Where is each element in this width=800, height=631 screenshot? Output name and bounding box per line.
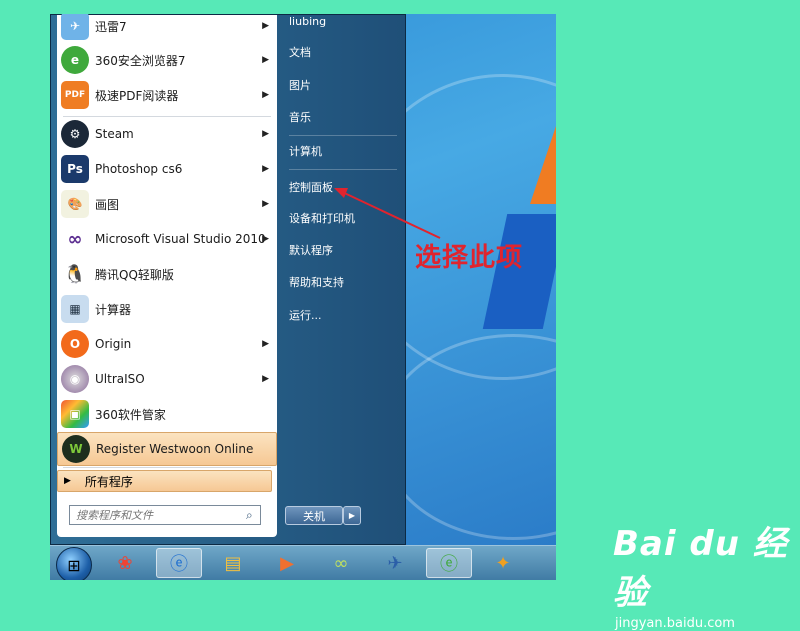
chevron-right-icon: ▶ bbox=[262, 234, 269, 244]
explorer-icon[interactable]: ▤ bbox=[210, 548, 256, 578]
divider bbox=[289, 169, 397, 170]
pdf-reader-icon: PDF bbox=[61, 81, 89, 109]
chevron-right-icon: ▶ bbox=[262, 374, 269, 384]
screenshot: ✈ 迅雷7 ▶ e 360安全浏览器7 ▶ PDF 极速PDF阅读器 ▶ ⚙ S… bbox=[50, 14, 556, 580]
taskbar: ⊞ ❀ ⓔ ▤ ▶ ∞ ✈ ⓔ ✦ bbox=[50, 545, 556, 580]
right-item-devices-printers[interactable]: 设备和打印机 bbox=[285, 206, 401, 230]
menu-item-paint[interactable]: 🎨 画图 ▶ bbox=[57, 187, 277, 221]
xunlei-icon: ✈ bbox=[61, 14, 89, 40]
right-item-control-panel[interactable]: 控制面板 bbox=[285, 175, 401, 199]
360-icon[interactable]: ❀ bbox=[102, 548, 148, 578]
right-item-documents[interactable]: 文档 bbox=[285, 40, 401, 64]
ie-icon[interactable]: ⓔ bbox=[156, 548, 202, 578]
shutdown-options-arrow-icon[interactable]: ▶ bbox=[343, 506, 361, 525]
shutdown-button[interactable]: 关机 bbox=[285, 506, 343, 525]
watermark-brand: Bai du 经验 bbox=[613, 524, 788, 613]
menu-item-xunlei[interactable]: ✈ 迅雷7 ▶ bbox=[57, 14, 277, 43]
menu-item-visual-studio[interactable]: ∞ Microsoft Visual Studio 2010 ▶ bbox=[57, 222, 277, 256]
right-item-help-support[interactable]: 帮助和支持 bbox=[285, 270, 401, 294]
chevron-right-icon: ▶ bbox=[262, 21, 269, 31]
menu-item-ultraiso[interactable]: ◉ UltraISO ▶ bbox=[57, 362, 277, 396]
chevron-right-icon: ▶ bbox=[262, 199, 269, 209]
chevron-right-icon: ▶ bbox=[262, 339, 269, 349]
menu-item-origin[interactable]: O Origin ▶ bbox=[57, 327, 277, 361]
network-icon[interactable]: ∞ bbox=[318, 548, 364, 578]
menu-item-360-browser[interactable]: e 360安全浏览器7 ▶ bbox=[57, 43, 277, 77]
watermark-url: jingyan.baidu.com bbox=[615, 616, 735, 631]
right-item-run[interactable]: 运行... bbox=[285, 303, 401, 327]
chevron-right-icon: ▶ bbox=[262, 164, 269, 174]
search-input[interactable] bbox=[74, 507, 246, 523]
menu-item-steam[interactable]: ⚙ Steam ▶ bbox=[57, 117, 277, 151]
baidu-watermark: Bai du 经验 jingyan.baidu.com bbox=[613, 516, 800, 631]
windows-logo-orange bbox=[530, 114, 556, 204]
places-pane: liubing 文档 图片 音乐 计算机 控制面板 设备和打印机 默认程序 帮助… bbox=[281, 15, 405, 546]
search-icon[interactable]: ⌕ bbox=[246, 508, 253, 523]
menu-item-pdf-reader[interactable]: PDF 极速PDF阅读器 ▶ bbox=[57, 78, 277, 112]
start-menu: ✈ 迅雷7 ▶ e 360安全浏览器7 ▶ PDF 极速PDF阅读器 ▶ ⚙ S… bbox=[50, 14, 406, 545]
chevron-right-icon: ▶ bbox=[262, 90, 269, 100]
origin-icon: O bbox=[61, 330, 89, 358]
xunlei-icon[interactable]: ✈ bbox=[372, 548, 418, 578]
photoshop-icon: Ps bbox=[61, 155, 89, 183]
right-item-default-programs[interactable]: 默认程序 bbox=[285, 238, 401, 262]
visual-studio-icon: ∞ bbox=[61, 225, 89, 253]
steam-icon: ⚙ bbox=[61, 120, 89, 148]
windows-start-icon[interactable]: ⊞ bbox=[56, 547, 92, 580]
ultraiso-icon: ◉ bbox=[61, 365, 89, 393]
right-item-computer[interactable]: 计算机 bbox=[285, 139, 401, 163]
menu-item-qq[interactable]: 🐧 腾讯QQ轻聊版 bbox=[57, 257, 277, 291]
qq-icon: 🐧 bbox=[61, 260, 89, 288]
menu-item-360-software[interactable]: ▣ 360软件管家 bbox=[57, 397, 277, 431]
chevron-right-icon: ▶ bbox=[262, 129, 269, 139]
menu-item-calculator[interactable]: ▦ 计算器 bbox=[57, 292, 277, 326]
all-programs-button[interactable]: ▶ 所有程序 bbox=[57, 470, 272, 492]
right-item-user[interactable]: liubing bbox=[285, 14, 401, 33]
divider bbox=[63, 467, 271, 468]
programs-pane: ✈ 迅雷7 ▶ e 360安全浏览器7 ▶ PDF 极速PDF阅读器 ▶ ⚙ S… bbox=[57, 14, 277, 537]
search-box[interactable]: ⌕ bbox=[69, 505, 261, 525]
annotation-text: 选择此项 bbox=[415, 243, 524, 273]
divider bbox=[289, 135, 397, 136]
media-player-icon[interactable]: ▶ bbox=[264, 548, 310, 578]
360-browser-icon: e bbox=[61, 46, 89, 74]
paint-icon: 🎨 bbox=[61, 190, 89, 218]
right-item-pictures[interactable]: 图片 bbox=[285, 73, 401, 97]
triangle-right-icon: ▶ bbox=[64, 476, 71, 486]
menu-item-photoshop[interactable]: Ps Photoshop cs6 ▶ bbox=[57, 152, 277, 186]
right-item-music[interactable]: 音乐 bbox=[285, 105, 401, 129]
game-icon[interactable]: ✦ bbox=[480, 548, 526, 578]
360-browser-icon[interactable]: ⓔ bbox=[426, 548, 472, 578]
360-software-icon: ▣ bbox=[61, 400, 89, 428]
menu-item-westwood[interactable]: W Register Westwoon Online bbox=[57, 432, 277, 466]
westwood-icon: W bbox=[62, 435, 90, 463]
chevron-right-icon: ▶ bbox=[262, 55, 269, 65]
calculator-icon: ▦ bbox=[61, 295, 89, 323]
